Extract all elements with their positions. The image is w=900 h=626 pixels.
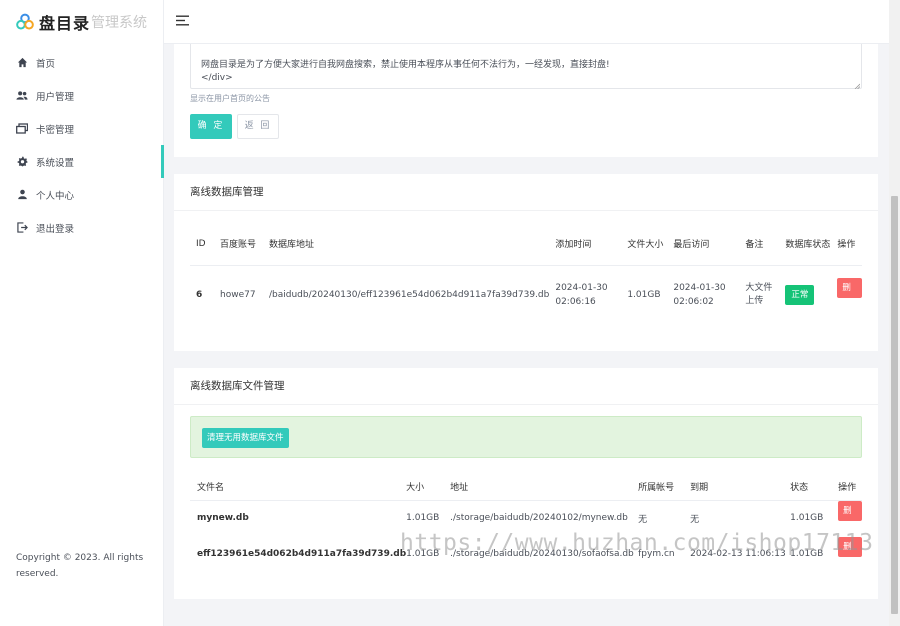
- status-badge: 正常: [785, 285, 815, 306]
- cloud-logo-icon: [16, 13, 34, 30]
- brand-name: 盘目录: [39, 14, 91, 33]
- col-header: 状态: [790, 483, 809, 494]
- logout-icon: [16, 222, 28, 234]
- sidebar-item-cards[interactable]: 卡密管理: [0, 112, 163, 145]
- resize-handle-icon[interactable]: [854, 81, 861, 90]
- page-scrollbar[interactable]: [889, 0, 900, 626]
- notice-textarea[interactable]: 网盘目录是为了方便大家进行自我网盘搜索，禁止使用本程序从事任何不法行为，一经发现…: [190, 44, 862, 90]
- person-icon: [16, 189, 28, 201]
- cell-owner: fpym.cn: [638, 549, 675, 559]
- cell-size: 1.01GB: [406, 513, 440, 524]
- sidebar-item-logout[interactable]: 退出登录: [0, 211, 163, 244]
- offline-db-table: ID 百度账号 数据库地址 添加时间 文件大小 最后访问 备注 数据库状态 操作…: [190, 223, 862, 325]
- cell-path: ./storage/baidudb/20240130/sofaofsa.db: [450, 549, 634, 559]
- delete-button[interactable]: 删除: [837, 277, 862, 313]
- col-header: 数据库地址: [269, 240, 315, 251]
- notice-hint: 显示在用户首页的公告: [190, 94, 270, 103]
- cell-filename: mynew.db: [197, 513, 249, 524]
- cell-owner: 无: [638, 514, 648, 525]
- col-header: 所属帐号: [638, 483, 675, 494]
- cell-filename: eff123961e54d062b4d911a7fa39d739.db: [197, 549, 407, 559]
- col-header: 到期: [690, 483, 709, 494]
- col-header: 百度账号: [220, 240, 257, 251]
- table-row: eff123961e54d062b4d911a7fa39d739.db 1.01…: [190, 536, 862, 572]
- col-header: ID: [196, 238, 206, 249]
- col-header: 文件大小: [627, 240, 664, 251]
- sidebar-item-label: 用户管理: [36, 91, 75, 103]
- sidebar-nav: 首页 用户管理 卡密管理 系统设置 个人中心 退出登录: [0, 46, 164, 244]
- alert-box: 清理无用数据库文件: [190, 416, 862, 458]
- col-header: 文件名: [197, 483, 225, 494]
- col-header: 添加时间: [555, 240, 592, 251]
- offline-db-card: 离线数据库管理 ID 百度账号 数据库地址 添加时间 文件大小 最后访问 备注 …: [174, 174, 878, 351]
- sidebar-item-label: 退出登录: [36, 223, 75, 235]
- copyright: Copyright © 2023. All rights reserved.: [16, 553, 144, 579]
- cell-status: 正常: [779, 265, 831, 325]
- users-icon: [16, 90, 28, 102]
- cell-status: 1.01GB: [790, 513, 824, 524]
- cell-last-access: 2024-01-30 02:06:02: [673, 283, 726, 308]
- col-header: 操作: [838, 483, 857, 494]
- main-content: 网盘目录是为了方便大家进行自我网盘搜索，禁止使用本程序从事任何不法行为，一经发现…: [164, 44, 889, 626]
- cell-expire: 无: [690, 514, 700, 525]
- sidebar: 盘目录 管理系统 首页 用户管理 卡密管理 系统设置 个人中心 退出登录 Cop…: [0, 0, 164, 626]
- sidebar-item-label: 个人中心: [36, 190, 75, 202]
- offline-files-card: 离线数据库文件管理 清理无用数据库文件 文件名 大小 地址 所属帐号 到期 状态…: [174, 368, 878, 599]
- cell-remark: 大文件上传: [745, 283, 773, 307]
- sidebar-item-home[interactable]: 首页: [0, 46, 163, 79]
- sidebar-item-label: 卡密管理: [36, 124, 75, 136]
- topbar: [164, 0, 889, 44]
- cell-expire: 2024-02-13 11:06:13: [690, 549, 786, 559]
- sidebar-item-label: 首页: [36, 58, 56, 70]
- col-header: 备注: [745, 240, 764, 251]
- delete-button[interactable]: 删除: [838, 500, 862, 536]
- clean-unused-button[interactable]: 清理无用数据库文件: [202, 428, 289, 448]
- offline-files-title: 离线数据库文件管理: [174, 368, 878, 405]
- table-row: mynew.db 1.01GB ./storage/baidudb/202401…: [190, 500, 862, 536]
- cell-size: 1.01GB: [627, 290, 661, 301]
- col-header: 数据库状态: [785, 240, 831, 251]
- cell-id: 6: [196, 290, 203, 301]
- cards-icon: [16, 123, 28, 135]
- cell-action: 删除: [834, 536, 862, 572]
- scrollbar-thumb[interactable]: [891, 196, 898, 614]
- home-icon: [16, 57, 28, 69]
- cell-added: 2024-01-30 02:06:16: [555, 283, 608, 308]
- delete-button[interactable]: 删除: [838, 536, 862, 572]
- back-button[interactable]: 返 回: [237, 114, 279, 139]
- cell-account: howe77: [220, 290, 256, 301]
- cell-status: 1.01GB: [790, 549, 824, 559]
- offline-db-title: 离线数据库管理: [174, 174, 878, 211]
- notice-text-line2: </div>: [201, 73, 233, 83]
- sidebar-item-settings[interactable]: 系统设置: [0, 145, 164, 178]
- cell-action: 删除: [831, 265, 862, 325]
- table-header-row: ID 百度账号 数据库地址 添加时间 文件大小 最后访问 备注 数据库状态 操作: [190, 223, 862, 265]
- brand[interactable]: 盘目录 管理系统: [0, 0, 163, 44]
- confirm-button[interactable]: 确 定: [190, 114, 232, 139]
- cell-path: /baidudb/20240130/eff123961e54d062b4d911…: [269, 290, 550, 301]
- col-header: 大小: [406, 483, 425, 494]
- cell-path: ./storage/baidudb/20240102/mynew.db: [450, 513, 628, 524]
- cell-size: 1.01GB: [406, 549, 440, 559]
- col-header: 操作: [837, 240, 856, 251]
- menu-toggle-icon[interactable]: [176, 15, 192, 29]
- col-header: 地址: [450, 483, 469, 494]
- brand-subtitle: 管理系统: [91, 15, 148, 31]
- cell-action: 删除: [834, 500, 862, 536]
- sidebar-item-label: 系统设置: [36, 157, 75, 169]
- sidebar-item-users[interactable]: 用户管理: [0, 79, 163, 112]
- sidebar-item-profile[interactable]: 个人中心: [0, 178, 163, 211]
- notice-card: 网盘目录是为了方便大家进行自我网盘搜索，禁止使用本程序从事任何不法行为，一经发现…: [174, 44, 878, 157]
- table-row: 6 howe77 /baidudb/20240130/eff123961e54d…: [190, 265, 862, 325]
- offline-files-table: 文件名 大小 地址 所属帐号 到期 状态 操作 mynew.db 1.01GB …: [190, 474, 862, 572]
- col-header: 最后访问: [673, 240, 710, 251]
- gear-icon: [16, 156, 28, 168]
- notice-text-line1: 网盘目录是为了方便大家进行自我网盘搜索，禁止使用本程序从事任何不法行为，一经发现…: [201, 60, 610, 70]
- table-header-row: 文件名 大小 地址 所属帐号 到期 状态 操作: [190, 474, 862, 500]
